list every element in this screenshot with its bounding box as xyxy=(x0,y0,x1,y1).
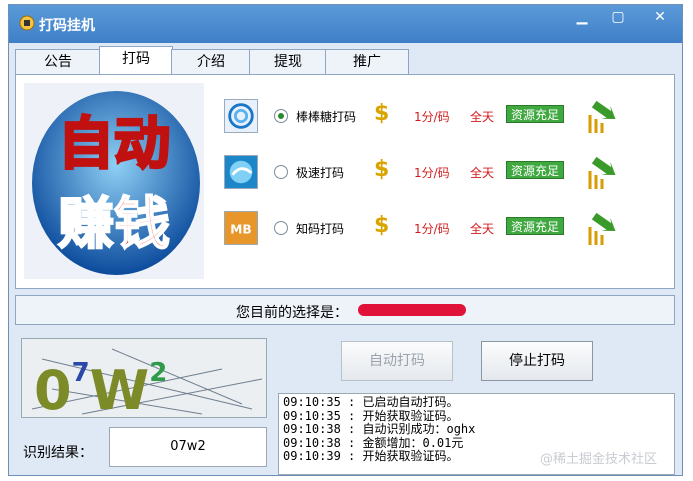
auto-code-button[interactable]: 自动打码 xyxy=(341,341,453,381)
minimize-button[interactable]: ▁ xyxy=(569,9,595,27)
current-selection-bar: 您目前的选择是： xyxy=(15,295,675,325)
option-label: 棒棒糖打码 xyxy=(296,110,357,124)
stop-code-button[interactable]: 停止打码 xyxy=(481,341,593,381)
dollar-icon: $ xyxy=(374,157,390,182)
close-button[interactable]: ✕ xyxy=(647,9,673,27)
coding-panel: 自动 赚钱 棒棒糖打码 $ 1分/码 全天 资源充足 极速打码 $ 1分/码 全… xyxy=(15,74,675,289)
tab-notice[interactable]: 公告 xyxy=(15,49,101,75)
maximize-button[interactable]: ▢ xyxy=(605,9,631,27)
result-label: 识别结果： xyxy=(23,445,93,461)
captcha-text: 07W2 xyxy=(34,358,167,418)
window-title: 打码挂机 xyxy=(39,18,95,34)
minimize-icon: ▁ xyxy=(576,9,588,25)
option-price: 1分/码 xyxy=(414,166,450,180)
tab-withdraw[interactable]: 提现 xyxy=(249,49,327,75)
auto-earn-logo: 自动 赚钱 xyxy=(24,83,204,279)
dollar-icon: $ xyxy=(374,213,390,238)
uptrend-arrow-icon xyxy=(588,156,616,189)
app-window: 打码挂机 ▁ ▢ ✕ 公告 打码 介绍 提现 推广 自动 赚钱 棒棒糖打码 $ … xyxy=(8,4,683,476)
option-time: 全天 xyxy=(470,222,495,236)
uptrend-arrow-icon xyxy=(588,100,616,133)
swirl-icon xyxy=(224,99,258,133)
option-label: 极速打码 xyxy=(296,166,345,180)
logo-graphic: 自动 赚钱 xyxy=(32,91,200,275)
globe-icon xyxy=(224,155,258,189)
uptrend-arrow-icon xyxy=(588,212,616,245)
log-line: 09:10:38 : 自动识别成功：oghx xyxy=(283,422,476,436)
watermark: @稀土掘金技术社区 xyxy=(540,452,658,467)
option-zhima: MB 知码打码 $ 1分/码 全天 资源充足 xyxy=(224,209,664,249)
captcha-graphic: 07W2 xyxy=(31,348,263,418)
maximize-icon: ▢ xyxy=(611,9,625,25)
result-field[interactable]: 07w2 xyxy=(109,427,267,467)
option-label: 知码打码 xyxy=(296,222,345,236)
svg-text:MB: MB xyxy=(230,223,251,237)
tab-coding[interactable]: 打码 xyxy=(99,46,173,76)
logo-line2: 赚钱 xyxy=(58,192,170,257)
radio-zhima[interactable] xyxy=(274,221,288,235)
radio-fast[interactable] xyxy=(274,165,288,179)
status-badge: 资源充足 xyxy=(506,217,565,235)
logo-line1: 自动 xyxy=(58,112,170,177)
dollar-icon: $ xyxy=(374,101,390,126)
option-price: 1分/码 xyxy=(414,222,450,236)
option-price: 1分/码 xyxy=(414,110,450,124)
option-lollipop: 棒棒糖打码 $ 1分/码 全天 资源充足 xyxy=(224,97,664,137)
log-line: 09:10:35 : 开始获取验证码。 xyxy=(283,408,459,423)
selection-label: 您目前的选择是： xyxy=(236,305,348,321)
mb-icon: MB xyxy=(224,211,258,245)
radio-lollipop[interactable] xyxy=(274,109,288,123)
log-line: 09:10:35 : 已启动自动打码。 xyxy=(283,395,459,409)
app-icon xyxy=(19,15,35,31)
tab-promote[interactable]: 推广 xyxy=(325,49,409,75)
option-time: 全天 xyxy=(470,166,495,180)
close-icon: ✕ xyxy=(654,9,666,25)
status-badge: 资源充足 xyxy=(506,161,565,179)
selection-redaction xyxy=(358,304,466,316)
title-bar: 打码挂机 ▁ ▢ ✕ xyxy=(9,5,682,43)
option-time: 全天 xyxy=(470,110,495,124)
status-badge: 资源充足 xyxy=(506,105,565,123)
option-fast: 极速打码 $ 1分/码 全天 资源充足 xyxy=(224,153,664,193)
tab-intro[interactable]: 介绍 xyxy=(171,49,251,75)
captcha-image: 07W2 xyxy=(21,338,267,418)
